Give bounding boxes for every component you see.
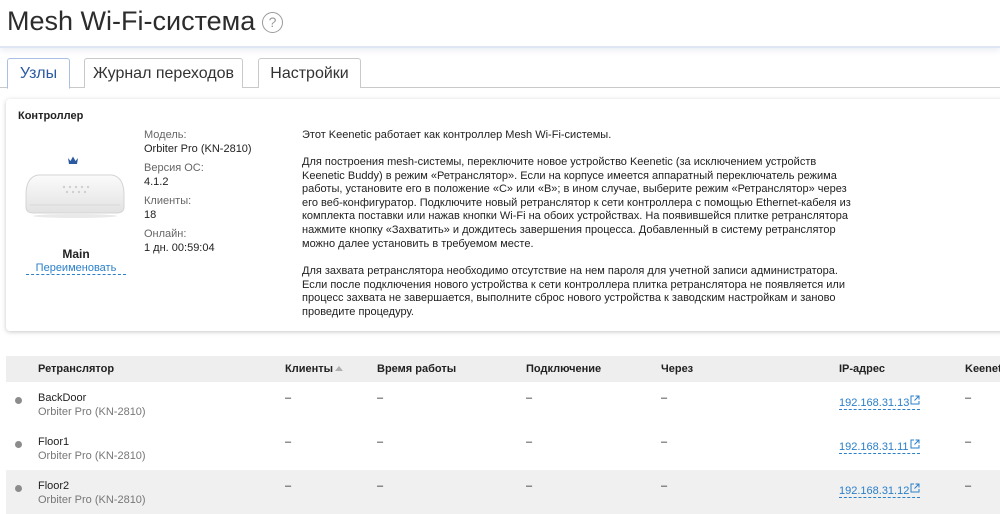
cell-uptime: – bbox=[377, 436, 384, 448]
column-header-connection[interactable]: Подключение bbox=[526, 363, 601, 375]
page-header: Mesh Wi-Fi-система ? bbox=[0, 0, 1000, 48]
ip-address: 192.168.31.12 bbox=[839, 485, 910, 497]
cell-connection: – bbox=[526, 392, 533, 404]
router-image bbox=[25, 174, 125, 218]
controller-card: Контроллер Main Переименовать Модель: Or… bbox=[6, 99, 1000, 331]
cell-connection: – bbox=[526, 436, 533, 448]
controller-section-title: Контроллер bbox=[18, 110, 84, 122]
cell-keenetic: – bbox=[965, 436, 972, 448]
repeater-model: Orbiter Pro (KN-2810) bbox=[38, 450, 146, 462]
os-version-value: 4.1.2 bbox=[144, 176, 169, 188]
column-header-repeater[interactable]: Ретранслятор bbox=[38, 363, 114, 375]
table-header: Ретранслятор Клиенты Время работы Подклю… bbox=[6, 356, 1000, 382]
os-version-label: Версия ОС: bbox=[144, 162, 204, 174]
ip-link[interactable]: 192.168.31.12 bbox=[839, 483, 921, 498]
crown-icon bbox=[68, 156, 78, 164]
status-dot-icon bbox=[15, 441, 22, 448]
tab-settings[interactable]: Настройки bbox=[258, 58, 361, 88]
column-header-keenetic[interactable]: Keenetic bbox=[965, 363, 1000, 375]
column-header-uptime[interactable]: Время работы bbox=[377, 363, 456, 375]
status-dot-icon bbox=[15, 397, 22, 404]
tab-nodes[interactable]: Узлы bbox=[7, 58, 70, 89]
ip-link[interactable]: 192.168.31.13 bbox=[839, 395, 921, 410]
external-link-icon bbox=[910, 483, 920, 493]
cell-clients: – bbox=[285, 436, 292, 448]
column-header-ip[interactable]: IP-адрес bbox=[839, 363, 885, 375]
description-setup: Для построения mesh-системы, переключите… bbox=[302, 156, 851, 250]
status-dot-icon bbox=[15, 485, 22, 492]
controller-name: Main bbox=[62, 247, 90, 261]
ip-address: 192.168.31.11 bbox=[839, 441, 909, 453]
online-label: Онлайн: bbox=[144, 228, 187, 240]
table-row[interactable]: Floor1 Orbiter Pro (KN-2810) – – – – 192… bbox=[6, 426, 1000, 470]
cell-via: – bbox=[661, 480, 668, 492]
cell-uptime: – bbox=[377, 480, 384, 492]
repeater-name: BackDoor bbox=[38, 392, 87, 404]
column-header-via[interactable]: Через bbox=[661, 363, 693, 375]
cell-uptime: – bbox=[377, 392, 384, 404]
repeater-name: Floor2 bbox=[38, 480, 70, 492]
column-header-clients[interactable]: Клиенты bbox=[285, 363, 344, 375]
table-row[interactable]: BackDoor Orbiter Pro (KN-2810) – – – – 1… bbox=[6, 382, 1000, 426]
cell-clients: – bbox=[285, 480, 292, 492]
cell-connection: – bbox=[526, 480, 533, 492]
repeater-model: Orbiter Pro (KN-2810) bbox=[38, 494, 146, 506]
cell-clients: – bbox=[285, 392, 292, 404]
cell-keenetic: – bbox=[965, 392, 972, 404]
rename-link[interactable]: Переименовать bbox=[26, 262, 126, 275]
model-label: Модель: bbox=[144, 129, 187, 141]
page-title: Mesh Wi-Fi-система bbox=[7, 6, 256, 36]
cell-keenetic: – bbox=[965, 480, 972, 492]
repeater-name: Floor1 bbox=[38, 436, 70, 448]
tab-transition-log[interactable]: Журнал переходов bbox=[84, 58, 243, 88]
table-row[interactable]: Floor2 Orbiter Pro (KN-2810) – – – – 192… bbox=[6, 470, 1000, 514]
repeater-model: Orbiter Pro (KN-2810) bbox=[38, 406, 146, 418]
cell-via: – bbox=[661, 392, 668, 404]
tab-bar: Узлы Журнал переходов Настройки bbox=[0, 58, 1000, 89]
clients-value: 18 bbox=[144, 209, 157, 221]
description-capture-note: Для захвата ретранслятора необходимо отс… bbox=[302, 265, 845, 318]
clients-label: Клиенты: bbox=[144, 195, 192, 207]
description-intro: Этот Keenetic работает как контроллер Me… bbox=[302, 129, 612, 141]
external-link-icon bbox=[910, 439, 920, 449]
column-header-clients-label: Клиенты bbox=[285, 363, 334, 375]
ip-link[interactable]: 192.168.31.11 bbox=[839, 439, 920, 454]
help-icon[interactable]: ? bbox=[262, 12, 283, 33]
model-value: Orbiter Pro (KN-2810) bbox=[144, 143, 252, 155]
external-link-icon bbox=[910, 395, 920, 405]
online-value: 1 дн. 00:59:04 bbox=[144, 242, 215, 254]
cell-via: – bbox=[661, 436, 668, 448]
ip-address: 192.168.31.13 bbox=[839, 397, 910, 409]
sort-ascending-icon bbox=[335, 366, 344, 371]
